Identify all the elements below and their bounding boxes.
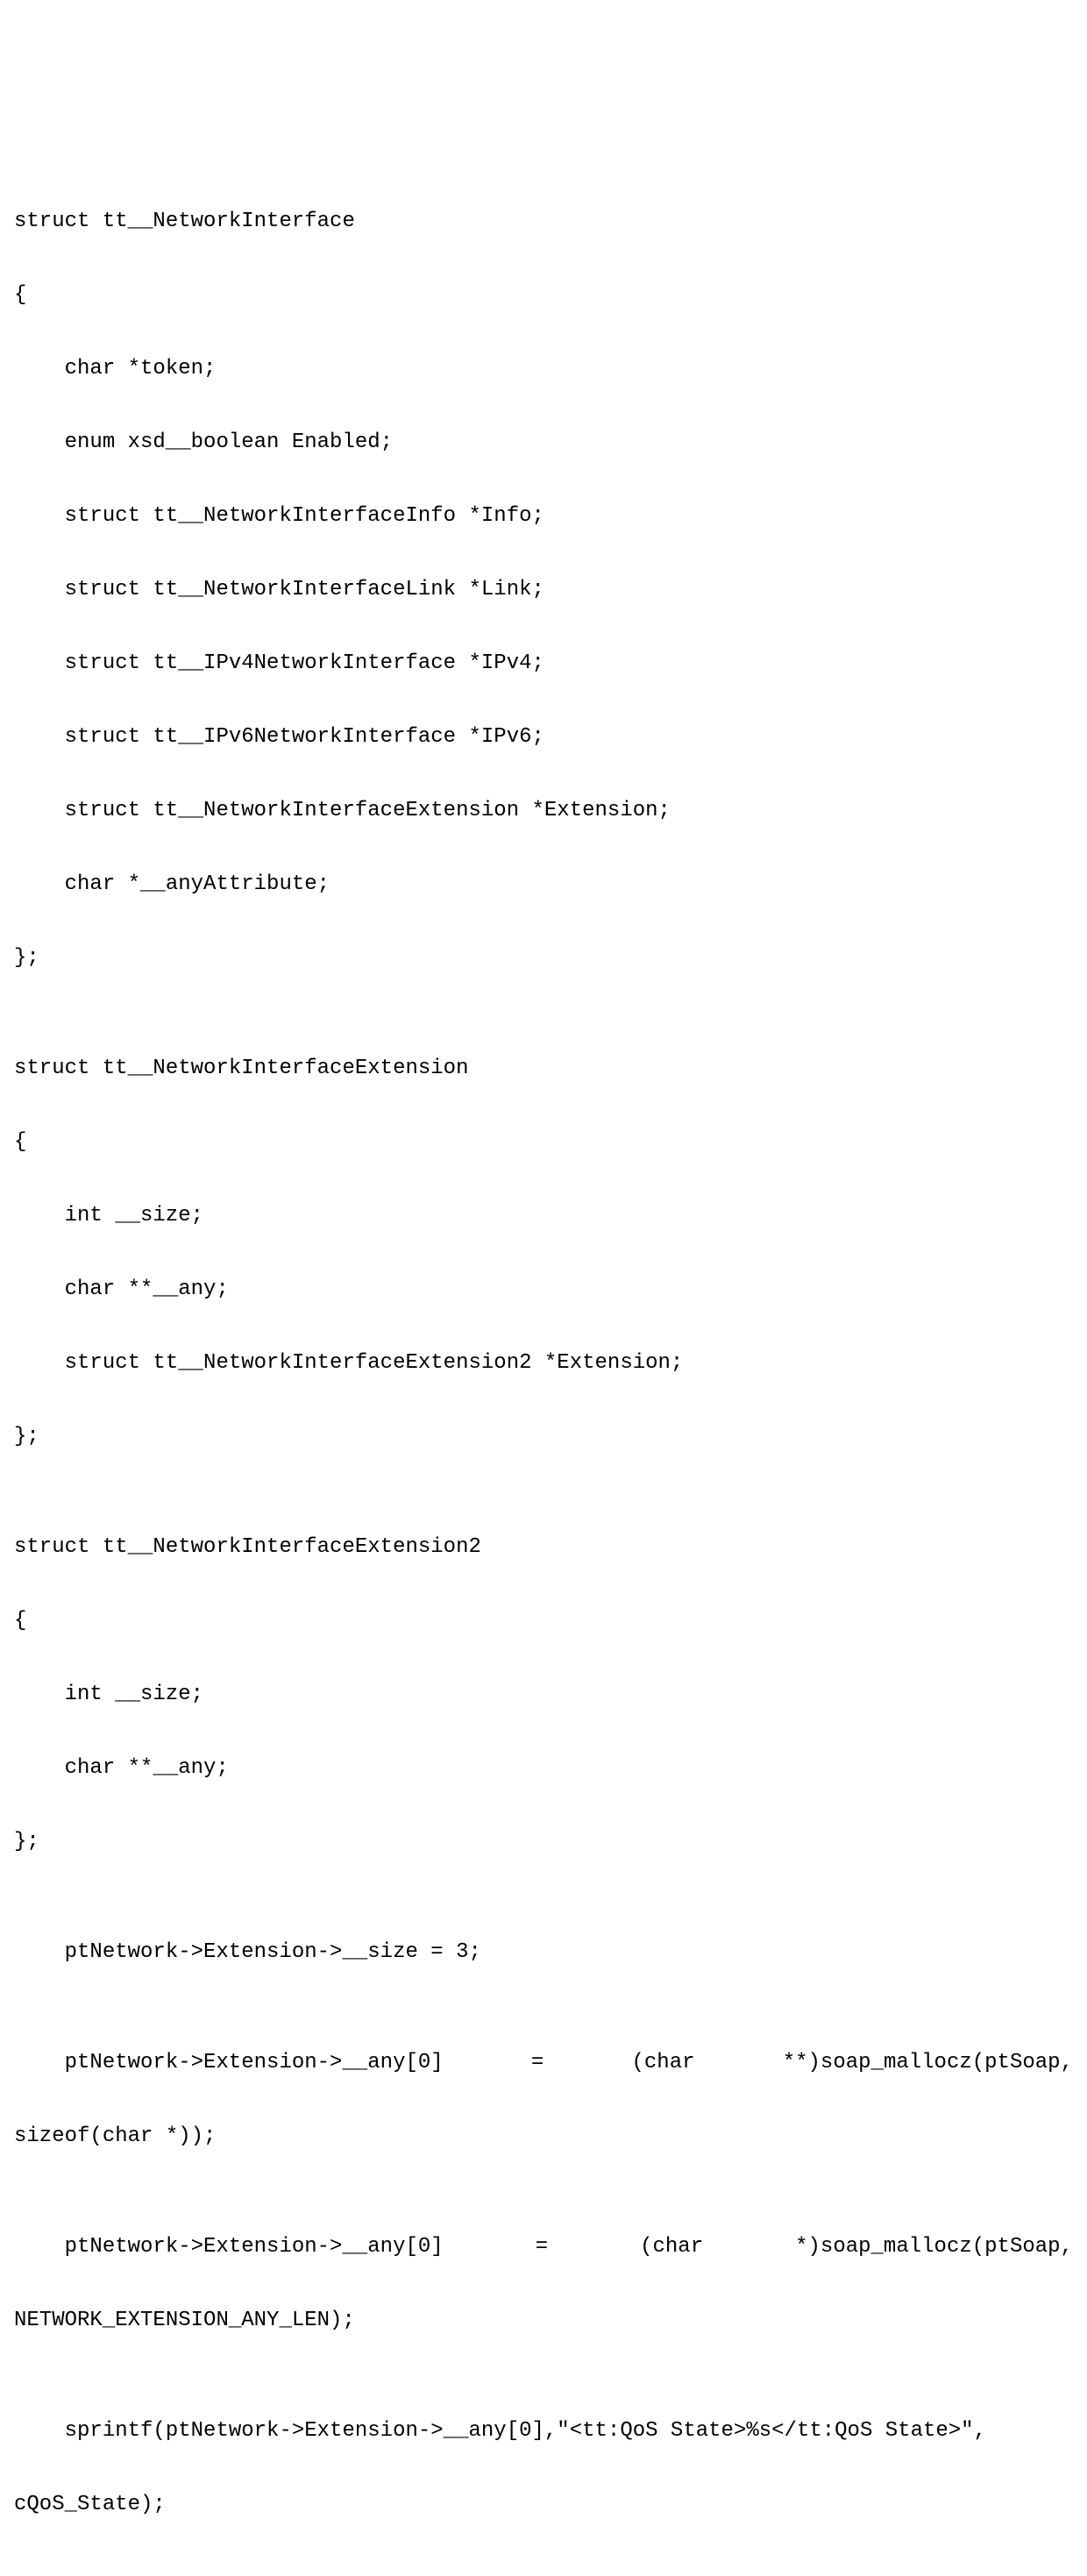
code-line: { xyxy=(14,277,1073,314)
code-seg: ptNetwork->Extension->__any[0] xyxy=(14,2229,444,2266)
code-line: struct tt__NetworkInterfaceLink *Link; xyxy=(14,572,1073,608)
code-line: NETWORK_EXTENSION_ANY_LEN); xyxy=(14,2302,1073,2339)
code-seg: = xyxy=(536,2229,548,2266)
code-seg: *)soap_mallocz(ptSoap, xyxy=(795,2229,1073,2266)
code-line: int __size; xyxy=(14,1676,1073,1713)
code-line: struct tt__NetworkInterfaceExtension *Ex… xyxy=(14,793,1073,829)
code-line: char *token; xyxy=(14,351,1073,388)
code-line: struct tt__NetworkInterfaceExtension2 *E… xyxy=(14,1345,1073,1382)
code-line: ptNetwork->Extension->__any[0] = (char *… xyxy=(14,2229,1073,2266)
code-line: struct tt__NetworkInterface xyxy=(14,203,1073,240)
code-line: }; xyxy=(14,1419,1073,1455)
code-block: struct tt__NetworkInterface { char *toke… xyxy=(14,167,1073,2576)
code-seg: (char xyxy=(632,2045,695,2081)
code-line: cQoS_State); xyxy=(14,2487,1073,2523)
code-seg: **)soap_mallocz(ptSoap, xyxy=(783,2045,1073,2081)
code-seg: = xyxy=(531,2045,544,2081)
code-line: enum xsd__boolean Enabled; xyxy=(14,424,1073,461)
code-line: sprintf(ptNetwork->Extension->__any[0],"… xyxy=(14,2413,1073,2450)
code-line: { xyxy=(14,1124,1073,1161)
code-line: struct tt__NetworkInterfaceInfo *Info; xyxy=(14,498,1073,535)
code-line: int __size; xyxy=(14,1198,1073,1235)
code-line: struct tt__IPv4NetworkInterface *IPv4; xyxy=(14,645,1073,682)
code-line: }; xyxy=(14,1824,1073,1861)
code-line: struct tt__NetworkInterfaceExtension xyxy=(14,1050,1073,1087)
code-seg: ptNetwork->Extension->__any[0] xyxy=(14,2045,444,2081)
code-line: char **__any; xyxy=(14,1750,1073,1787)
code-line: struct tt__NetworkInterfaceExtension2 xyxy=(14,1529,1073,1566)
code-line: char **__any; xyxy=(14,1271,1073,1308)
code-line: struct tt__IPv6NetworkInterface *IPv6; xyxy=(14,719,1073,756)
code-line: sizeof(char *)); xyxy=(14,2118,1073,2155)
code-line: ptNetwork->Extension->__any[0] = (char *… xyxy=(14,2045,1073,2081)
code-line: char *__anyAttribute; xyxy=(14,866,1073,903)
code-line: }; xyxy=(14,940,1073,977)
code-line: ptNetwork->Extension->__size = 3; xyxy=(14,1934,1073,1971)
code-line: { xyxy=(14,1603,1073,1640)
code-seg: (char xyxy=(640,2229,703,2266)
